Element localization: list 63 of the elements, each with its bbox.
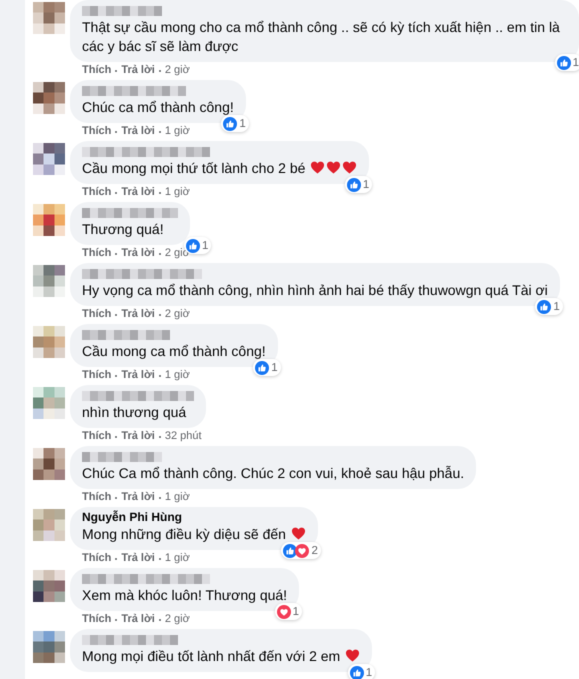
like-icon (537, 300, 552, 314)
reply-link[interactable]: Trả lời (121, 246, 155, 261)
reply-link[interactable]: Trả lời (121, 124, 155, 139)
reply-link[interactable]: Trả lời (121, 612, 155, 627)
comment-text: Thương quá! (82, 220, 165, 239)
heart-icon (326, 160, 342, 175)
like-icon (223, 116, 238, 130)
like-link[interactable]: Thích (82, 246, 112, 261)
comment-time[interactable]: 1 giờ (164, 124, 190, 139)
comment-time[interactable]: 2 giờ (164, 63, 190, 78)
like-link[interactable]: Thích (82, 612, 112, 627)
reply-link[interactable]: Trả lời (121, 307, 155, 322)
heart-icon (345, 648, 360, 663)
comment-time[interactable]: 1 giờ (164, 368, 190, 383)
reply-link[interactable]: Trả lời (121, 490, 155, 505)
heart-icon (290, 526, 306, 541)
reply-link[interactable]: Trả lời (121, 368, 155, 383)
reaction-badge[interactable]: 1 (535, 298, 563, 315)
comment-text: Thật sự cầu mong cho ca mổ thành công .. sẽ có kỳ tích xuất hiện .. em tin là các y bác sĩ sẽ làm được (82, 18, 561, 56)
like-icon (255, 360, 270, 374)
comment-text: Hy vọng ca mổ thành công, nhìn hình ảnh hai bé thấy thuwowgn quá Tài ơi (82, 281, 548, 300)
comment-text: Mong mọi điều tốt lành nhất đến với 2 em (82, 647, 360, 666)
commenter-name[interactable]: Nguyễn Phi Hùng (82, 510, 306, 525)
comment-text: Chúc Ca mổ thành công. Chúc 2 con vui, khoẻ sau hậu phẫu. (82, 464, 464, 483)
love-icon (276, 604, 291, 618)
reaction-badge[interactable]: 1 (348, 664, 376, 679)
like-icon (283, 544, 298, 558)
like-icon (350, 666, 364, 679)
like-link[interactable]: Thích (82, 368, 112, 383)
like-link[interactable]: Thích (82, 551, 112, 566)
comment-time[interactable]: 2 giờ (164, 307, 190, 322)
like-icon (556, 56, 571, 70)
like-link[interactable]: Thích (82, 429, 112, 444)
reaction-badge[interactable]: 1 (274, 603, 302, 620)
comment-text: Xem mà khóc luôn! Thương quá! (82, 586, 288, 605)
comment-time[interactable]: 32 phút (164, 429, 202, 444)
like-link[interactable]: Thích (82, 63, 112, 78)
like-link[interactable]: Thích (82, 490, 112, 505)
reaction-badge[interactable]: 1 (221, 115, 249, 132)
like-link[interactable]: Thích (82, 307, 112, 322)
reply-link[interactable]: Trả lời (121, 551, 155, 566)
reaction-badge[interactable]: 1 (554, 54, 579, 71)
reply-link[interactable]: Trả lời (121, 429, 155, 444)
heart-icon (342, 160, 358, 175)
love-icon (295, 544, 310, 558)
reaction-badge[interactable]: 1 (253, 359, 281, 376)
heart-icon (310, 160, 326, 175)
reaction-badge[interactable]: 1 (344, 176, 372, 193)
comment-text: Cầu mong ca mổ thành công! (82, 342, 266, 361)
comment-text: Cầu mong mọi thứ tốt lành cho 2 bé (82, 159, 358, 178)
comment-text: nhìn thương quá (82, 403, 188, 422)
comment-time[interactable]: 2 giờ (164, 612, 190, 627)
comment-time[interactable]: 1 giờ (164, 551, 190, 566)
comment-text: Chúc ca mổ thành công! (82, 98, 234, 117)
like-link[interactable]: Thích (82, 185, 112, 200)
reaction-badge[interactable]: 2 (281, 542, 321, 559)
comment-time[interactable]: 1 giờ (164, 185, 190, 200)
reply-link[interactable]: Trả lời (121, 185, 155, 200)
reply-link[interactable]: Trả lời (121, 63, 155, 78)
comment-time[interactable]: 1 giờ (164, 490, 190, 505)
like-icon (346, 178, 361, 192)
comment-text: Mong những điều kỳ diệu sẽ đến (82, 525, 306, 544)
like-link[interactable]: Thích (82, 124, 112, 139)
